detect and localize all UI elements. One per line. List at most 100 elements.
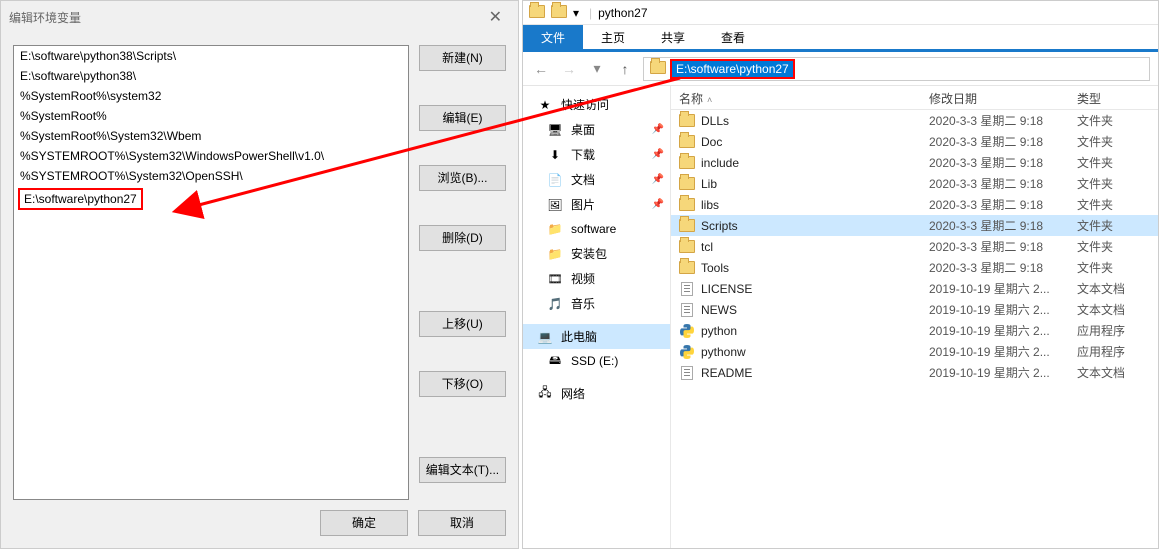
file-type: 文本文档 xyxy=(1069,301,1149,318)
file-type: 文件夹 xyxy=(1069,217,1149,234)
edit-text-button[interactable]: 编辑文本(T)... xyxy=(419,457,506,483)
file-row[interactable]: LICENSE 2019-10-19 星期六 2... 文本文档 xyxy=(671,278,1158,299)
pin-icon: 📌 xyxy=(652,149,664,160)
env-variables-dialog: 编辑环境变量 ✕ E:\software\python38\Scripts\E:… xyxy=(0,0,519,549)
file-row[interactable]: python 2019-10-19 星期六 2... 应用程序 xyxy=(671,320,1158,341)
sidebar-item-label: software xyxy=(571,222,616,236)
delete-button[interactable]: 删除(D) xyxy=(419,225,506,251)
tab-home[interactable]: 主页 xyxy=(583,25,643,49)
txt-icon xyxy=(679,281,695,297)
sidebar-glyph-icon: 📁 xyxy=(547,246,563,262)
folder-icon xyxy=(650,61,666,77)
env-list-item[interactable]: %SYSTEMROOT%\System32\OpenSSH\ xyxy=(14,166,408,186)
sidebar-item-label: 网络 xyxy=(561,385,585,402)
env-list-item[interactable]: %SystemRoot%\system32 xyxy=(14,86,408,106)
tab-share[interactable]: 共享 xyxy=(643,25,703,49)
close-icon[interactable]: ✕ xyxy=(481,3,510,31)
address-text[interactable]: E:\software\python27 xyxy=(670,59,795,79)
env-list-item[interactable]: E:\software\python38\Scripts\ xyxy=(14,46,408,66)
env-list-item[interactable]: E:\software\python27 xyxy=(18,188,143,210)
env-list-item[interactable]: %SystemRoot%\System32\Wbem xyxy=(14,126,408,146)
folder-icon xyxy=(679,260,695,276)
file-row[interactable]: DLLs 2020-3-3 星期二 9:18 文件夹 xyxy=(671,110,1158,131)
back-button[interactable]: ← xyxy=(531,61,551,77)
file-type: 文本文档 xyxy=(1069,280,1149,297)
file-row[interactable]: Tools 2020-3-3 星期二 9:18 文件夹 xyxy=(671,257,1158,278)
sidebar-item-label: 视频 xyxy=(571,270,595,287)
env-list[interactable]: E:\software\python38\Scripts\E:\software… xyxy=(13,45,409,500)
file-type: 应用程序 xyxy=(1069,322,1149,339)
txt-icon xyxy=(679,302,695,318)
sidebar-this-pc[interactable]: 💻 此电脑 xyxy=(523,324,670,349)
sidebar-drive-e[interactable]: 🖴 SSD (E:) xyxy=(523,349,670,373)
sidebar-item-label: 快速访问 xyxy=(561,96,609,113)
up-button[interactable]: ↑ xyxy=(615,61,635,77)
sidebar-glyph-icon: 📁 xyxy=(547,221,563,237)
file-row[interactable]: tcl 2020-3-3 星期二 9:18 文件夹 xyxy=(671,236,1158,257)
edit-button[interactable]: 编辑(E) xyxy=(419,105,506,131)
env-list-item[interactable]: %SystemRoot% xyxy=(14,106,408,126)
file-date: 2019-10-19 星期六 2... xyxy=(921,301,1069,318)
column-type[interactable]: 类型 xyxy=(1069,86,1149,109)
file-type: 应用程序 xyxy=(1069,343,1149,360)
sidebar-network[interactable]: 🖧 网络 xyxy=(523,381,670,406)
browse-button[interactable]: 浏览(B)... xyxy=(419,165,506,191)
sidebar-item[interactable]: 🖼图片📌 xyxy=(523,192,670,217)
file-row[interactable]: libs 2020-3-3 星期二 9:18 文件夹 xyxy=(671,194,1158,215)
sidebar-item[interactable]: 🎞 视频 xyxy=(523,266,670,291)
tab-view[interactable]: 查看 xyxy=(703,25,763,49)
forward-button[interactable]: → xyxy=(559,61,579,77)
sidebar-item[interactable]: ⬇下载📌 xyxy=(523,142,670,167)
folder-icon xyxy=(679,155,695,171)
folder-icon xyxy=(679,134,695,150)
nav-pane[interactable]: ★ 快速访问 🖥桌面📌⬇下载📌📄文档📌🖼图片📌 📁 software 📁安装包 🎞 视频 🎵… xyxy=(523,86,671,548)
file-row[interactable]: Lib 2020-3-3 星期二 9:18 文件夹 xyxy=(671,173,1158,194)
pin-icon: 📌 xyxy=(652,199,664,210)
exe-icon xyxy=(679,344,695,360)
recent-dropdown-icon[interactable]: ▾ xyxy=(587,60,607,77)
file-type: 文件夹 xyxy=(1069,112,1149,129)
ribbon-tabs: 文件 主页 共享 查看 xyxy=(523,25,1158,49)
env-list-item[interactable]: %SYSTEMROOT%\System32\WindowsPowerShell\… xyxy=(14,146,408,166)
window-title: python27 xyxy=(598,6,647,20)
file-type: 文件夹 xyxy=(1069,196,1149,213)
cancel-button[interactable]: 取消 xyxy=(418,510,506,536)
sidebar-item[interactable]: 📄文档📌 xyxy=(523,167,670,192)
nav-bar: ← → ▾ ↑ E:\software\python27 xyxy=(523,52,1158,86)
file-row[interactable]: pythonw 2019-10-19 星期六 2... 应用程序 xyxy=(671,341,1158,362)
ok-button[interactable]: 确定 xyxy=(320,510,408,536)
file-name: libs xyxy=(701,198,719,212)
file-row[interactable]: NEWS 2019-10-19 星期六 2... 文本文档 xyxy=(671,299,1158,320)
address-bar[interactable]: E:\software\python27 xyxy=(643,57,1150,81)
sidebar-quick-access[interactable]: ★ 快速访问 xyxy=(523,92,670,117)
dialog-title: 编辑环境变量 xyxy=(9,9,481,26)
qat-dropdown-icon[interactable]: ▾ xyxy=(573,6,583,20)
sidebar-glyph-icon: 🎞 xyxy=(547,271,563,287)
new-button[interactable]: 新建(N) xyxy=(419,45,506,71)
move-down-button[interactable]: 下移(O) xyxy=(419,371,506,397)
file-list[interactable]: 名称˄ 修改日期 类型 DLLs 2020-3-3 星期二 9:18 文件夹 D… xyxy=(671,86,1158,548)
file-date: 2019-10-19 星期六 2... xyxy=(921,322,1069,339)
move-up-button[interactable]: 上移(U) xyxy=(419,311,506,337)
column-headers[interactable]: 名称˄ 修改日期 类型 xyxy=(671,86,1158,110)
file-row[interactable]: include 2020-3-3 星期二 9:18 文件夹 xyxy=(671,152,1158,173)
sidebar-item[interactable]: 📁 software xyxy=(523,217,670,241)
sidebar-item[interactable]: 🖥桌面📌 xyxy=(523,117,670,142)
file-row[interactable]: Scripts 2020-3-3 星期二 9:18 文件夹 xyxy=(671,215,1158,236)
tab-file[interactable]: 文件 xyxy=(523,25,583,49)
file-date: 2019-10-19 星期六 2... xyxy=(921,280,1069,297)
file-row[interactable]: Doc 2020-3-3 星期二 9:18 文件夹 xyxy=(671,131,1158,152)
env-list-item[interactable]: E:\software\python38\ xyxy=(14,66,408,86)
sidebar-item[interactable]: 📁安装包 xyxy=(523,241,670,266)
file-name: DLLs xyxy=(701,114,729,128)
column-date[interactable]: 修改日期 xyxy=(921,86,1069,109)
file-row[interactable]: README 2019-10-19 星期六 2... 文本文档 xyxy=(671,362,1158,383)
file-date: 2019-10-19 星期六 2... xyxy=(921,364,1069,381)
file-name: Lib xyxy=(701,177,717,191)
dialog-titlebar: 编辑环境变量 ✕ xyxy=(1,1,518,33)
sidebar-item[interactable]: 🎵音乐 xyxy=(523,291,670,316)
column-name[interactable]: 名称˄ xyxy=(671,86,921,109)
file-date: 2020-3-3 星期二 9:18 xyxy=(921,133,1069,150)
folder-icon xyxy=(679,218,695,234)
sidebar-glyph-icon: 📄 xyxy=(547,172,563,188)
